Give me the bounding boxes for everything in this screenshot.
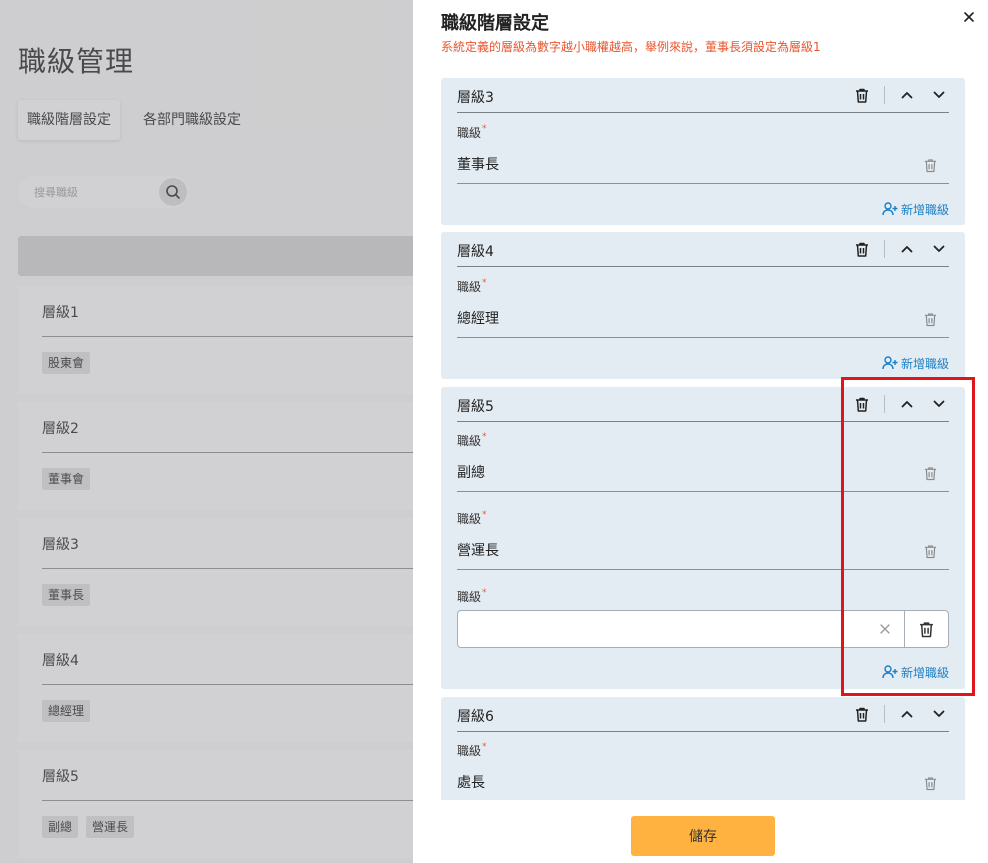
chevron-up-icon (901, 711, 913, 718)
position-label: 職級* (457, 432, 487, 448)
level-header: 層級6 (457, 697, 949, 732)
move-down-button[interactable] (929, 704, 949, 724)
position-value[interactable]: 總經理 (457, 308, 499, 328)
trash-icon (924, 776, 936, 790)
add-position-button[interactable]: 新增職級 (882, 354, 949, 372)
chevron-up-icon (901, 92, 913, 99)
move-up-button[interactable] (897, 239, 917, 259)
divider (884, 86, 885, 104)
delete-level-button[interactable] (852, 239, 872, 259)
chevron-up-icon (901, 246, 913, 253)
level-card: 層級4 職級* 總經理 新增職級 (441, 232, 965, 379)
level-name: 層級4 (457, 244, 494, 260)
position-input[interactable] (458, 611, 904, 647)
app-root: 職級管理 職級階層設定 各部門職級設定 搜尋職級 層級1 股東會 層級2 董事會 (0, 0, 988, 863)
delete-position-button[interactable] (921, 156, 939, 174)
level-actions (852, 85, 949, 105)
position-value[interactable]: 副總 (457, 462, 485, 482)
delete-level-button[interactable] (852, 85, 872, 105)
close-button[interactable] (961, 9, 977, 25)
trash-icon (856, 707, 868, 722)
level-name: 層級6 (457, 709, 494, 725)
highlight-annotation-box (841, 377, 975, 696)
position-value[interactable]: 董事長 (457, 154, 499, 174)
level-name: 層級3 (457, 90, 494, 106)
move-down-button[interactable] (929, 239, 949, 259)
position-label: 職級* (457, 588, 487, 604)
position-label: 職級* (457, 742, 487, 758)
position-value[interactable]: 處長 (457, 772, 485, 792)
add-user-icon (882, 356, 898, 370)
move-down-button[interactable] (929, 85, 949, 105)
add-user-icon (882, 202, 898, 216)
level-actions (852, 704, 949, 724)
position-row: 董事長 (457, 144, 949, 184)
trash-icon (856, 242, 868, 257)
divider (884, 240, 885, 258)
level-header: 層級4 (457, 232, 949, 267)
trash-icon (856, 88, 868, 103)
delete-level-button[interactable] (852, 704, 872, 724)
close-icon (964, 12, 974, 22)
trash-icon (924, 312, 936, 326)
level-actions (852, 239, 949, 259)
position-label: 職級* (457, 510, 487, 526)
level-header: 層級3 (457, 78, 949, 113)
add-position-label: 新增職級 (900, 356, 949, 371)
position-value[interactable]: 營運長 (457, 540, 499, 560)
divider (884, 705, 885, 723)
chevron-down-icon (933, 91, 945, 98)
delete-position-button[interactable] (921, 310, 939, 328)
drawer-footer: 儲存 (413, 800, 988, 863)
chevron-down-icon (933, 245, 945, 252)
drawer-title: 職級階層設定 (441, 13, 549, 34)
add-position-label: 新增職級 (900, 202, 949, 217)
move-up-button[interactable] (897, 85, 917, 105)
position-label: 職級* (457, 278, 487, 294)
level-card: 層級6 職級* 處長 (441, 697, 965, 800)
position-label: 職級* (457, 124, 487, 140)
add-position-button[interactable]: 新增職級 (882, 200, 949, 218)
delete-position-button[interactable] (921, 774, 939, 792)
trash-icon (924, 158, 936, 172)
drawer-hint: 系統定義的層級為數字越小職權越高，舉例來說，董事長須設定為層級1 (441, 40, 821, 54)
move-up-button[interactable] (897, 704, 917, 724)
chevron-down-icon (933, 710, 945, 717)
position-row: 處長 (457, 762, 949, 800)
level-name: 層級5 (457, 399, 494, 415)
level-card: 層級3 職級* 董事長 新增職級 (441, 78, 965, 225)
position-row: 總經理 (457, 298, 949, 338)
save-button[interactable]: 儲存 (631, 816, 775, 856)
